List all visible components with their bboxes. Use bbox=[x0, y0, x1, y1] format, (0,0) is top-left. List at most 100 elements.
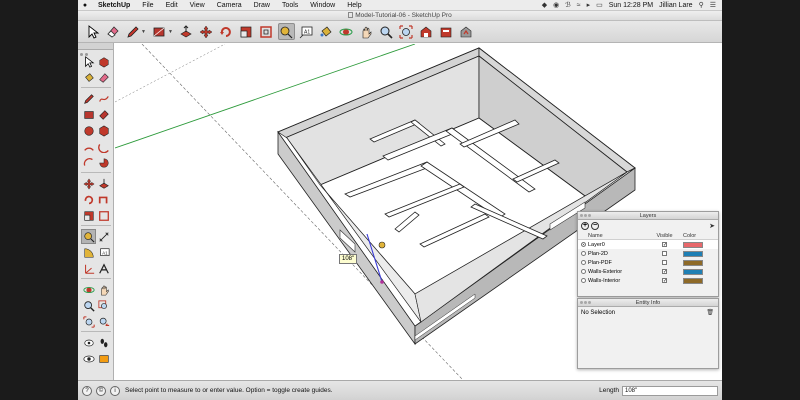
menu-camera[interactable]: Camera bbox=[211, 2, 248, 9]
palette-pan-tool[interactable] bbox=[96, 282, 111, 297]
palette-orbit-tool[interactable] bbox=[81, 282, 96, 297]
tape-measure-tool-button[interactable] bbox=[277, 23, 295, 40]
layer-name[interactable]: Plan-2D bbox=[588, 251, 648, 257]
palette-pie-tool[interactable] bbox=[96, 155, 111, 170]
share-model-button[interactable] bbox=[458, 23, 475, 40]
measurements-input[interactable]: 108" bbox=[622, 385, 718, 396]
rotate-tool-button[interactable] bbox=[218, 23, 235, 40]
palette-rotated-rectangle-tool[interactable] bbox=[96, 107, 111, 122]
layers-panel-title-bar[interactable]: Layers bbox=[578, 212, 718, 220]
layer-color-swatch[interactable] bbox=[683, 241, 703, 248]
paint-bucket-tool-button[interactable] bbox=[318, 23, 335, 40]
palette-select-tool[interactable] bbox=[81, 54, 96, 69]
record-icon[interactable]: ◉ bbox=[553, 1, 559, 9]
extension-warehouse-button[interactable] bbox=[438, 23, 455, 40]
menu-view[interactable]: View bbox=[184, 2, 211, 9]
palette-circle-tool[interactable] bbox=[81, 123, 96, 138]
layer-color-swatch[interactable] bbox=[683, 250, 703, 257]
menu-window[interactable]: Window bbox=[304, 2, 341, 9]
menu-tools[interactable]: Tools bbox=[276, 2, 304, 9]
battery-icon[interactable]: ▭ bbox=[596, 1, 603, 9]
palette-push-pull-tool[interactable] bbox=[96, 176, 111, 191]
layer-name[interactable]: Plan-PDF bbox=[588, 260, 648, 266]
active-layer-radio[interactable] bbox=[581, 242, 586, 247]
active-layer-radio[interactable] bbox=[581, 251, 586, 256]
palette-move-tool[interactable] bbox=[81, 176, 96, 191]
menu-sketchup[interactable]: SketchUp bbox=[92, 2, 136, 9]
palette-scale-tool[interactable] bbox=[81, 208, 96, 223]
trash-icon[interactable]: 🗑 bbox=[706, 309, 714, 316]
layer-color-swatch[interactable] bbox=[683, 259, 703, 266]
layer-name[interactable]: Layer0 bbox=[588, 242, 648, 248]
palette-3-point-arc-tool[interactable] bbox=[81, 155, 96, 170]
select-tool-button[interactable] bbox=[84, 23, 101, 40]
palette-3d-text-tool[interactable] bbox=[96, 261, 111, 276]
geo-location-icon[interactable]: ? bbox=[82, 385, 92, 396]
palette-protractor-tool[interactable] bbox=[81, 245, 96, 260]
palette-text-tool[interactable]: A1 bbox=[96, 245, 111, 260]
layer-row[interactable]: Walls-Interior ✓ bbox=[578, 276, 718, 285]
panel-window-controls[interactable] bbox=[580, 301, 591, 304]
layer-name[interactable]: Walls-Interior bbox=[588, 278, 648, 284]
dropbox-icon[interactable]: ◆ bbox=[542, 1, 547, 9]
move-tool-button[interactable] bbox=[198, 23, 215, 40]
scale-tool-button[interactable] bbox=[238, 23, 255, 40]
pencil-tool-button[interactable] bbox=[124, 23, 141, 40]
palette-line-tool[interactable] bbox=[81, 91, 96, 106]
apple-icon[interactable]: ● bbox=[78, 2, 92, 9]
palette-position-camera-tool[interactable] bbox=[81, 335, 96, 350]
layer-visible-checkbox[interactable] bbox=[662, 260, 667, 265]
bluetooth-icon[interactable]: ℬ bbox=[565, 1, 571, 9]
layer-row[interactable]: Layer0 ✓ bbox=[578, 240, 718, 249]
notification-center-icon[interactable]: ☰ bbox=[710, 1, 716, 9]
menu-file[interactable]: File bbox=[136, 2, 159, 9]
zoom-extents-tool-button[interactable] bbox=[398, 23, 415, 40]
wifi-icon[interactable]: ≈ bbox=[577, 2, 581, 9]
column-visible[interactable]: Visible bbox=[648, 232, 681, 239]
layer-row[interactable]: Plan-2D bbox=[578, 249, 718, 258]
entity-info-title-bar[interactable]: Entity Info bbox=[578, 299, 718, 307]
rectangle-tool-button[interactable] bbox=[151, 23, 168, 40]
layer-visible-checkbox[interactable] bbox=[662, 251, 667, 256]
palette-look-around-tool[interactable] bbox=[81, 351, 96, 366]
menu-bar-user[interactable]: Jillian Lare bbox=[659, 2, 692, 9]
column-name[interactable]: Name bbox=[588, 232, 648, 239]
search-icon[interactable]: ⚲ bbox=[699, 1, 704, 9]
layer-visible-checkbox[interactable]: ✓ bbox=[662, 278, 667, 284]
layer-color-swatch[interactable] bbox=[683, 268, 703, 275]
pencil-dropdown-caret[interactable]: ▼ bbox=[141, 29, 146, 35]
layer-row[interactable]: Plan-PDF bbox=[578, 258, 718, 267]
rectangle-dropdown-caret[interactable]: ▼ bbox=[168, 29, 173, 35]
palette-follow-me-tool[interactable] bbox=[96, 192, 111, 207]
volume-icon[interactable]: ▸ bbox=[587, 1, 591, 9]
palette-zoom-extents-tool[interactable] bbox=[81, 314, 96, 329]
palette-axes-tool[interactable] bbox=[81, 261, 96, 276]
palette-walk-tool[interactable] bbox=[96, 335, 111, 350]
panel-window-controls[interactable] bbox=[580, 214, 591, 217]
menu-edit[interactable]: Edit bbox=[160, 2, 184, 9]
palette-polygon-tool[interactable] bbox=[96, 123, 111, 138]
layer-visible-checkbox[interactable]: ✓ bbox=[662, 242, 667, 248]
zoom-tool-button[interactable] bbox=[378, 23, 395, 40]
palette-tape-measure-tool[interactable] bbox=[81, 229, 96, 244]
palette-section-plane-tool[interactable] bbox=[96, 351, 111, 366]
palette-dimension-tool[interactable] bbox=[96, 229, 111, 244]
remove-layer-button[interactable]: − bbox=[591, 222, 599, 230]
active-layer-radio[interactable] bbox=[581, 278, 586, 283]
offset-tool-button[interactable] bbox=[258, 23, 275, 40]
3d-warehouse-button[interactable] bbox=[418, 23, 435, 40]
active-layer-radio[interactable] bbox=[581, 260, 586, 265]
orbit-tool-button[interactable] bbox=[338, 23, 355, 40]
palette-zoom-tool[interactable] bbox=[81, 298, 96, 313]
instructor-icon[interactable]: i bbox=[110, 385, 120, 396]
palette-offset-tool[interactable] bbox=[96, 208, 111, 223]
layer-row[interactable]: Walls-Exterior ✓ bbox=[578, 267, 718, 276]
palette-2-point-arc-tool[interactable] bbox=[96, 139, 111, 154]
add-layer-button[interactable]: + bbox=[581, 222, 589, 230]
palette-rotate-tool[interactable] bbox=[81, 192, 96, 207]
palette-zoom-window-tool[interactable] bbox=[96, 298, 111, 313]
palette-make-component-tool[interactable] bbox=[96, 54, 111, 69]
credits-icon[interactable]: © bbox=[96, 385, 106, 396]
menu-bar-clock[interactable]: Sun 12:28 PM bbox=[609, 2, 653, 9]
palette-arc-tool[interactable] bbox=[81, 139, 96, 154]
